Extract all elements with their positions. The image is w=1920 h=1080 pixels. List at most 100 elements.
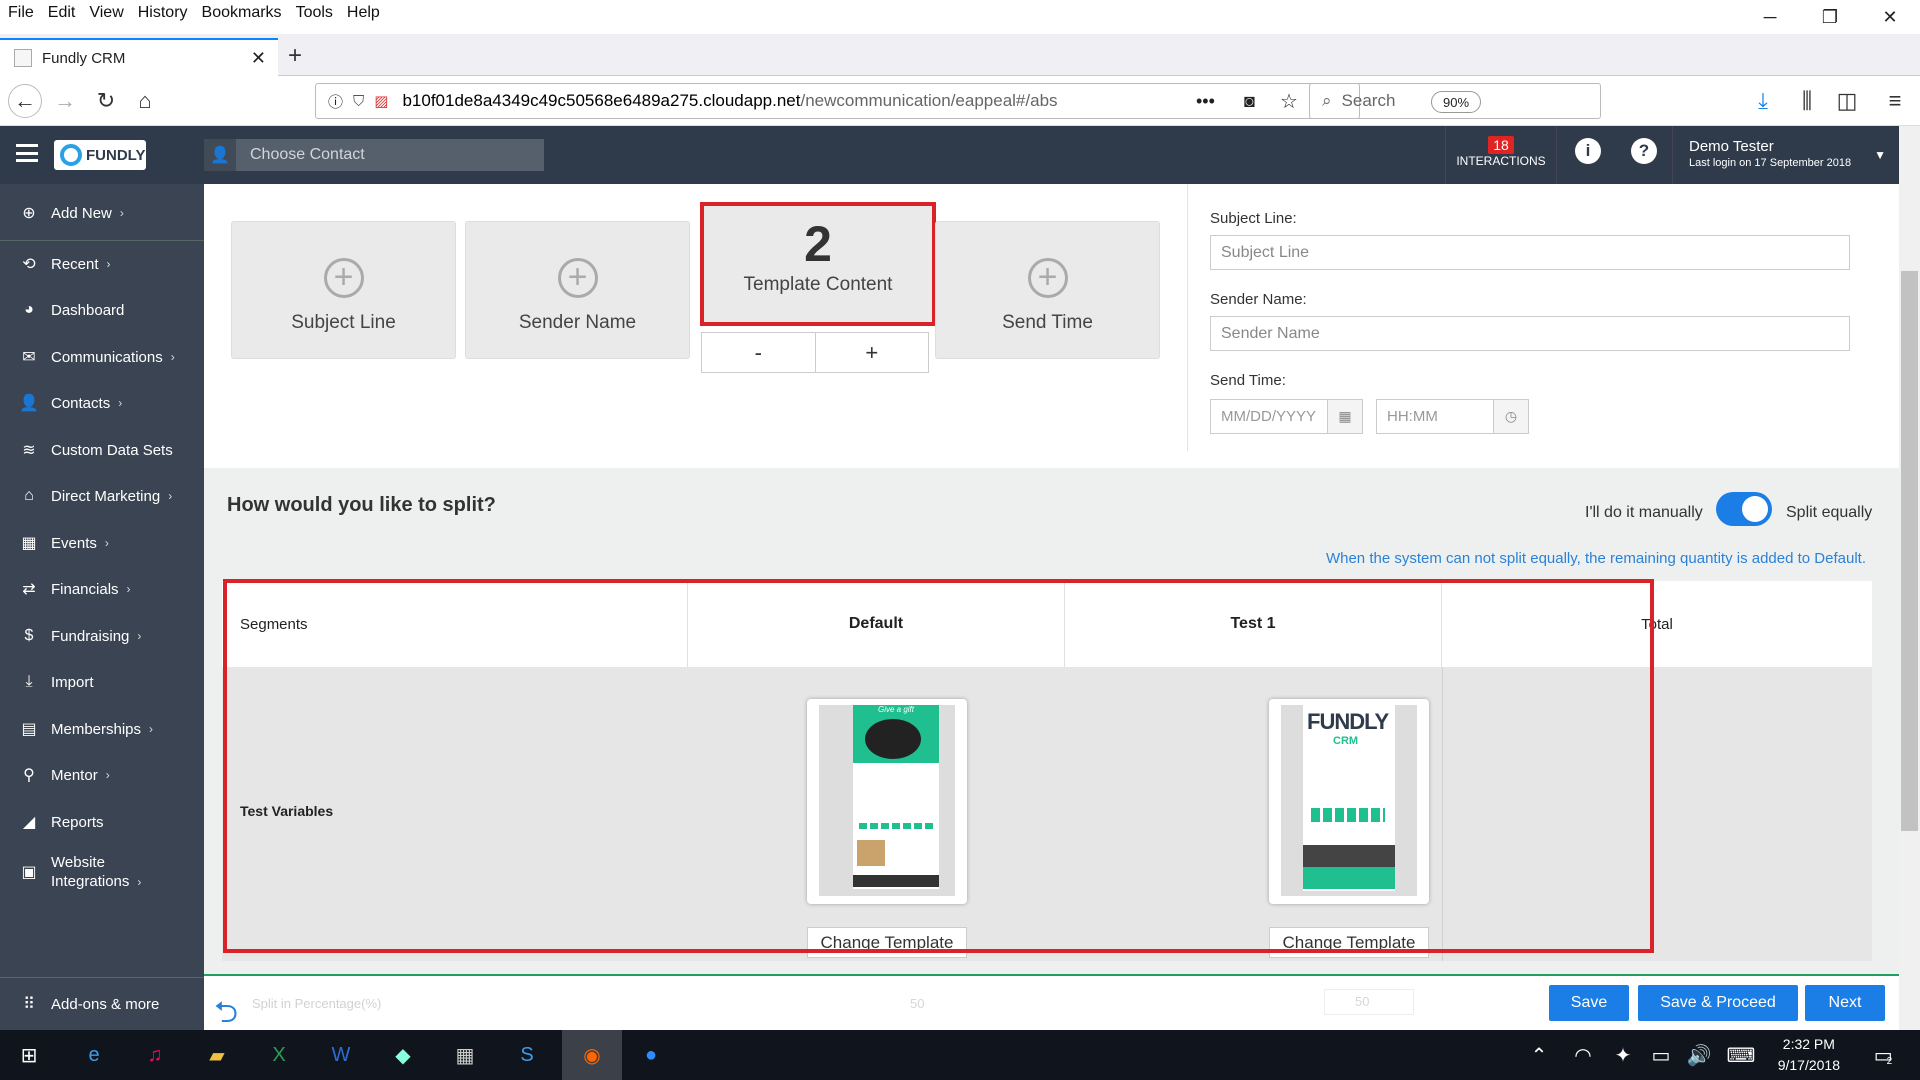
minimize-button[interactable]: ─	[1740, 0, 1800, 34]
time-input[interactable]: HH:MM	[1376, 399, 1494, 434]
sidebar-item-communications[interactable]: ✉ Communications ›	[0, 334, 204, 380]
browser-tab[interactable]: Fundly CRM ✕	[0, 38, 278, 76]
sidebar-item-import[interactable]: ⤓ Import	[0, 659, 204, 705]
next-button[interactable]: Next	[1805, 985, 1885, 1021]
excel-icon[interactable]: X	[262, 1038, 296, 1072]
scrollbar-thumb[interactable]	[1901, 271, 1918, 831]
chevron-down-icon: ▼	[1874, 148, 1886, 162]
divider	[1187, 184, 1188, 451]
tray-chevron-icon[interactable]: ⌃	[1522, 1038, 1556, 1072]
dropbox-icon[interactable]: ✦	[1606, 1038, 1640, 1072]
close-tab-icon[interactable]: ✕	[251, 48, 266, 69]
sender-name-tile[interactable]: + Sender Name	[465, 221, 690, 359]
word-icon[interactable]: W	[324, 1038, 358, 1072]
file-explorer-icon[interactable]: ▰	[200, 1038, 234, 1072]
help-icon[interactable]: ?	[1631, 138, 1657, 164]
bookmark-star-icon[interactable]: ☆	[1280, 89, 1298, 114]
back-icon[interactable]: ←	[8, 84, 42, 118]
calculator-icon[interactable]: ▦	[448, 1038, 482, 1072]
id-card-icon: ▤	[21, 721, 37, 738]
menu-file[interactable]: File	[8, 4, 34, 22]
info-circle-icon[interactable]: i	[1575, 138, 1601, 164]
sidebar-item-events[interactable]: ▦ Events ›	[0, 520, 204, 566]
user-menu[interactable]: Demo Tester Last login on 17 September 2…	[1672, 126, 1920, 184]
menu-edit[interactable]: Edit	[48, 4, 76, 22]
clock-time: 2:32 PM	[1782, 1036, 1835, 1052]
save-proceed-button[interactable]: Save & Proceed	[1638, 985, 1798, 1021]
sidebar-item-mentor[interactable]: ⚲ Mentor ›	[0, 752, 204, 798]
sender-name-input[interactable]: Sender Name	[1210, 316, 1850, 351]
itunes-icon[interactable]: ♫	[138, 1038, 172, 1072]
blocked-icon[interactable]: ▨	[374, 92, 388, 110]
keyboard-icon[interactable]: ⌨	[1724, 1038, 1758, 1072]
wifi-icon[interactable]: ◠	[1566, 1038, 1600, 1072]
menu-help[interactable]: Help	[347, 4, 380, 22]
new-tab-icon[interactable]: +	[288, 42, 302, 70]
menu-view[interactable]: View	[89, 4, 123, 22]
sidebar-toggle-icon[interactable]: ◫	[1830, 84, 1864, 118]
sidebar-item-recent[interactable]: ⟲ Recent ›	[0, 241, 204, 287]
sidebar-item-fundraising[interactable]: $ Fundraising ›	[0, 613, 204, 659]
library-icon[interactable]: ⫼	[1790, 84, 1824, 118]
volume-icon[interactable]: 🔊	[1682, 1038, 1716, 1072]
sidebar-item-add-new[interactable]: ⊕ Add New ›	[0, 190, 204, 236]
sidebar-item-memberships[interactable]: ▤ Memberships ›	[0, 706, 204, 752]
zoom-app-icon[interactable]: ●	[634, 1038, 668, 1072]
skype-icon[interactable]: S	[510, 1038, 544, 1072]
clock-icon[interactable]: ◷	[1493, 399, 1529, 434]
sidebar-item-label: Events	[51, 534, 97, 552]
decrement-button[interactable]: -	[702, 333, 816, 372]
sidebar-item-contacts[interactable]: 👤 Contacts ›	[0, 380, 204, 426]
sidebar-item-financials[interactable]: ⇄ Financials ›	[0, 566, 204, 612]
page-scrollbar[interactable]	[1899, 126, 1920, 1030]
send-time-tile[interactable]: + Send Time	[935, 221, 1160, 359]
firefox-icon[interactable]: ◉	[562, 1030, 622, 1080]
shield-icon[interactable]: ⛉	[353, 93, 364, 110]
search-input[interactable]: ⌕ Search	[1309, 83, 1601, 119]
browser-menu-icon[interactable]: ≡	[1878, 84, 1912, 118]
menu-history[interactable]: History	[138, 4, 188, 22]
restore-button[interactable]: ❐	[1800, 0, 1860, 34]
download-icon[interactable]: ⤓	[1746, 84, 1780, 118]
url-bar[interactable]: ⓘ ⛉ ▨ b10f01de8a4349c49c50568e6489a275.c…	[315, 83, 1481, 119]
save-button[interactable]: Save	[1549, 985, 1629, 1021]
increment-button[interactable]: +	[816, 333, 929, 372]
fundly-logo[interactable]: FUNDLY	[54, 140, 146, 170]
info-icon[interactable]: ⓘ	[328, 91, 343, 112]
date-input[interactable]: MM/DD/YYYY	[1210, 399, 1328, 434]
menu-bookmarks[interactable]: Bookmarks	[202, 4, 282, 22]
close-window-button[interactable]: ✕	[1860, 0, 1920, 34]
menu-tools[interactable]: Tools	[296, 4, 333, 22]
home-icon[interactable]: ⌂	[128, 84, 162, 118]
sidebar-item-label: Custom Data Sets	[51, 441, 173, 459]
hamburger-menu-icon[interactable]	[16, 144, 38, 162]
browser-menubar: File Edit View History Bookmarks Tools H…	[0, 0, 1920, 26]
interactions-button[interactable]: 18 INTERACTIONS	[1445, 126, 1557, 184]
windows-start-icon[interactable]: ⊞	[12, 1038, 46, 1072]
notifications-icon[interactable]: ▭ 2	[1866, 1038, 1900, 1072]
battery-icon[interactable]: ▭	[1644, 1038, 1678, 1072]
more-actions-icon[interactable]: •••	[1196, 91, 1215, 112]
reload-icon[interactable]: ↻	[89, 84, 123, 118]
calendar-icon[interactable]: ▦	[1327, 399, 1363, 434]
sidebar-item-direct-marketing[interactable]: ⌂ Direct Marketing ›	[0, 473, 204, 519]
sidebar-item-reports[interactable]: ◢ Reports	[0, 799, 204, 845]
system-clock[interactable]: 2:32 PM 9/17/2018	[1778, 1034, 1840, 1076]
sidebar-item-dashboard[interactable]: ◕ Dashboard	[0, 287, 204, 333]
pocket-icon[interactable]: ◙	[1244, 91, 1255, 112]
subject-line-input[interactable]: Subject Line	[1210, 235, 1850, 270]
choose-contact-input[interactable]: 👤 Choose Contact	[204, 139, 544, 171]
template-content-tile[interactable]: 2 Template Content	[700, 202, 936, 326]
sidebar-item-custom-data-sets[interactable]: ≋ Custom Data Sets	[0, 427, 204, 473]
website-icon: ▣	[21, 864, 37, 881]
chevron-right-icon: ›	[105, 768, 110, 782]
test-percentage-input[interactable]: 50	[1324, 989, 1414, 1015]
sidebar-item-label: Reports	[51, 813, 104, 831]
forward-icon[interactable]: →	[48, 84, 82, 118]
subject-line-tile[interactable]: + Subject Line	[231, 221, 456, 359]
sidebar-item-website-integrations[interactable]: ▣ Website Integrations ›	[0, 847, 204, 897]
edge-icon[interactable]: e	[77, 1038, 111, 1072]
split-mode-toggle[interactable]	[1716, 492, 1772, 526]
sidebar-item-addons[interactable]: ⠿ Add-ons & more	[0, 977, 204, 1030]
app-icon[interactable]: ◆	[386, 1038, 420, 1072]
